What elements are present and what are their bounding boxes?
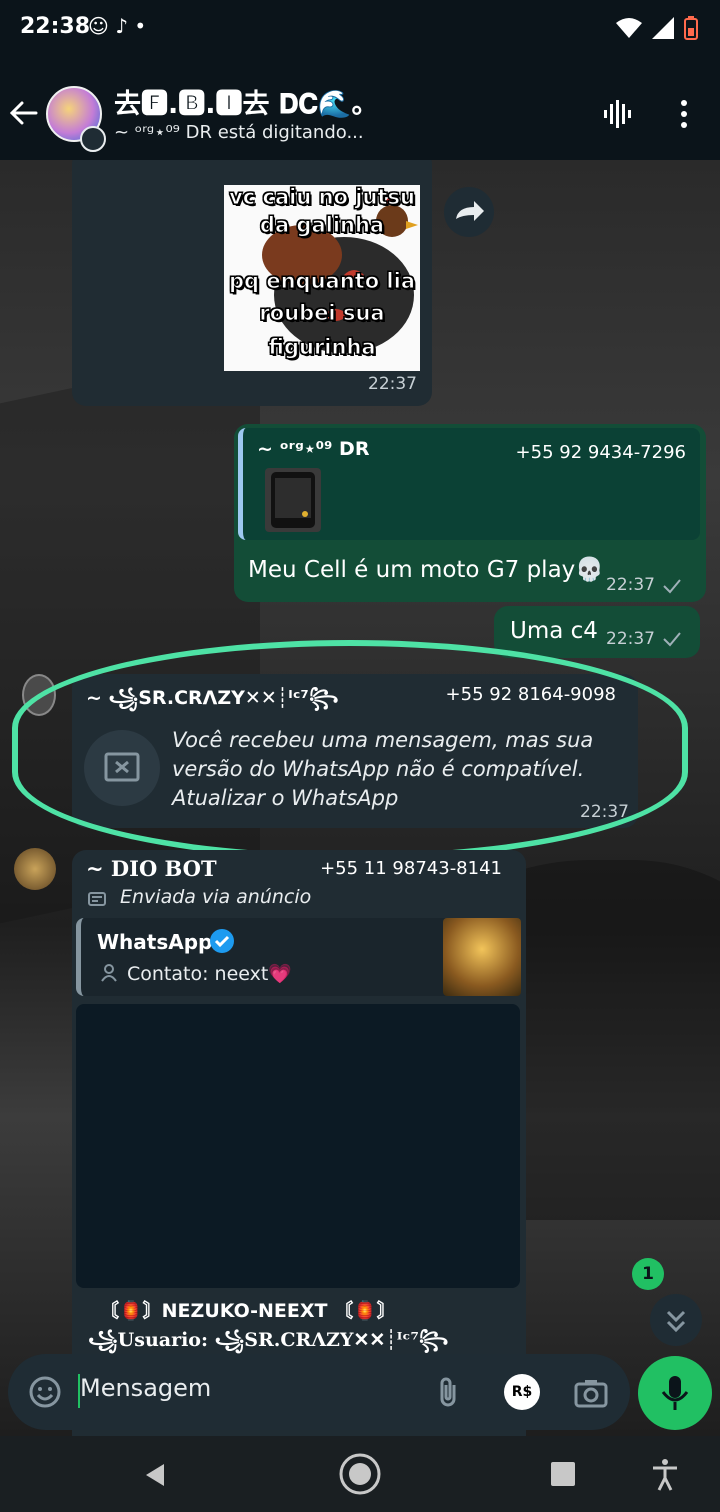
ad-icon [88, 892, 106, 906]
status-right [616, 16, 698, 40]
double-chevron-down-icon [666, 1310, 686, 1333]
ad-label: Enviada via anúncio [120, 886, 312, 908]
forward-icon [456, 201, 484, 221]
nav-back-icon[interactable] [140, 1460, 170, 1490]
quoted-message[interactable]: ~ ᵒʳᵍ⋆⁰⁹ DR +55 92 9434-7296 [238, 428, 700, 540]
footer-line: 〘🏮〙NEZUKO-NEEXT 〘🏮〙 [100, 1300, 396, 1322]
quoted-phone: +55 92 9434-7296 [515, 442, 686, 463]
chat-header: 去🅵.🅱.🅸去 𝐃𝐂🌊。 ~ ᵒʳᵍ⋆⁰⁹ DR está digitando.… [0, 58, 720, 160]
forward-button[interactable] [444, 187, 494, 237]
sender-phone: +55 11 98743-8141 [320, 858, 502, 879]
signal-icon [652, 17, 674, 39]
payment-button[interactable]: R$ [504, 1374, 540, 1410]
nav-recents-icon[interactable] [550, 1461, 576, 1487]
typing-status: ~ ᵒʳᵍ⋆⁰⁹ DR está digitando... [114, 122, 364, 143]
sticker-image[interactable]: vc caiu no jutsu da galinha pq enquanto … [224, 185, 420, 371]
timer-badge-icon [80, 126, 106, 152]
scroll-down-button[interactable] [650, 1294, 702, 1346]
sent-check-icon [663, 632, 681, 647]
sticker-line: pq enquanto lia [228, 269, 416, 294]
chat-area[interactable]: vc caiu no jutsu da galinha pq enquanto … [0, 160, 720, 1436]
payment-label: R$ [511, 1384, 533, 1400]
sticker-line: figurinha [268, 335, 376, 360]
system-nav-bar [0, 1436, 720, 1512]
person-icon [101, 964, 117, 982]
quoted-thumbnail [265, 468, 321, 532]
card-contact: Contato: neext💗 [127, 963, 292, 985]
quoted-sender: ~ ᵒʳᵍ⋆⁰⁹ DR [257, 438, 370, 460]
camera-icon[interactable] [574, 1378, 608, 1408]
status-bar: 22:38 ☺ ♪ • [0, 0, 720, 58]
card-thumbnail [443, 918, 521, 996]
voice-chat-button[interactable] [602, 98, 634, 134]
arrow-left-icon [9, 101, 38, 125]
mic-icon [661, 1376, 689, 1410]
message-composer: Mensagem R$ [8, 1354, 630, 1430]
reply-message[interactable]: ~ ᵒʳᵍ⋆⁰⁹ DR +55 92 9434-7296 Meu Cell é … [234, 424, 706, 602]
sender-name: ~ DIO BOT [86, 856, 217, 881]
group-title[interactable]: 去🅵.🅱.🅸去 𝐃𝐂🌊。 [114, 82, 379, 121]
sticker-line: vc caiu no jutsu [229, 185, 416, 209]
verified-badge-icon [210, 929, 234, 953]
sticker-line: da galinha [259, 213, 385, 238]
attach-icon[interactable] [436, 1375, 460, 1409]
message-time: 22:37 [606, 575, 655, 595]
sent-check-icon [663, 579, 681, 594]
sender-avatar[interactable] [14, 848, 56, 890]
message-input[interactable]: Mensagem [80, 1374, 211, 1402]
nav-home-icon[interactable] [338, 1452, 382, 1496]
voice-record-button[interactable] [638, 1356, 712, 1430]
highlight-circle [12, 640, 688, 860]
message-text: Uma c4 [510, 618, 598, 644]
status-time: 22:38 [20, 14, 91, 39]
notification-icons: ☺ ♪ • [88, 14, 147, 38]
wifi-icon [616, 18, 642, 38]
accessibility-icon[interactable] [650, 1458, 680, 1492]
ad-message[interactable]: ~ DIO BOT +55 11 98743-8141 Enviada via … [72, 850, 526, 1436]
short-message[interactable]: Uma c4 22:37 [494, 606, 700, 658]
emoji-icon[interactable] [28, 1375, 62, 1409]
back-button[interactable] [9, 98, 38, 130]
media-preview[interactable] [76, 1004, 520, 1288]
battery-icon [684, 16, 698, 40]
sticker-message[interactable]: vc caiu no jutsu da galinha pq enquanto … [72, 160, 432, 406]
contact-card[interactable]: WhatsApp Contato: neext💗 [76, 918, 521, 996]
more-vertical-icon [681, 100, 687, 128]
message-time: 22:37 [368, 374, 417, 394]
unread-count-badge: 1 [632, 1258, 664, 1290]
more-options-button[interactable] [676, 98, 692, 134]
message-text: Meu Cell é um moto G7 play💀 [248, 557, 604, 583]
phone-photo-icon [271, 472, 315, 528]
sticker-line: roubei sua [259, 301, 385, 326]
message-time: 22:37 [606, 629, 655, 649]
waveform-icon [604, 100, 631, 128]
card-title: WhatsApp [97, 930, 213, 954]
